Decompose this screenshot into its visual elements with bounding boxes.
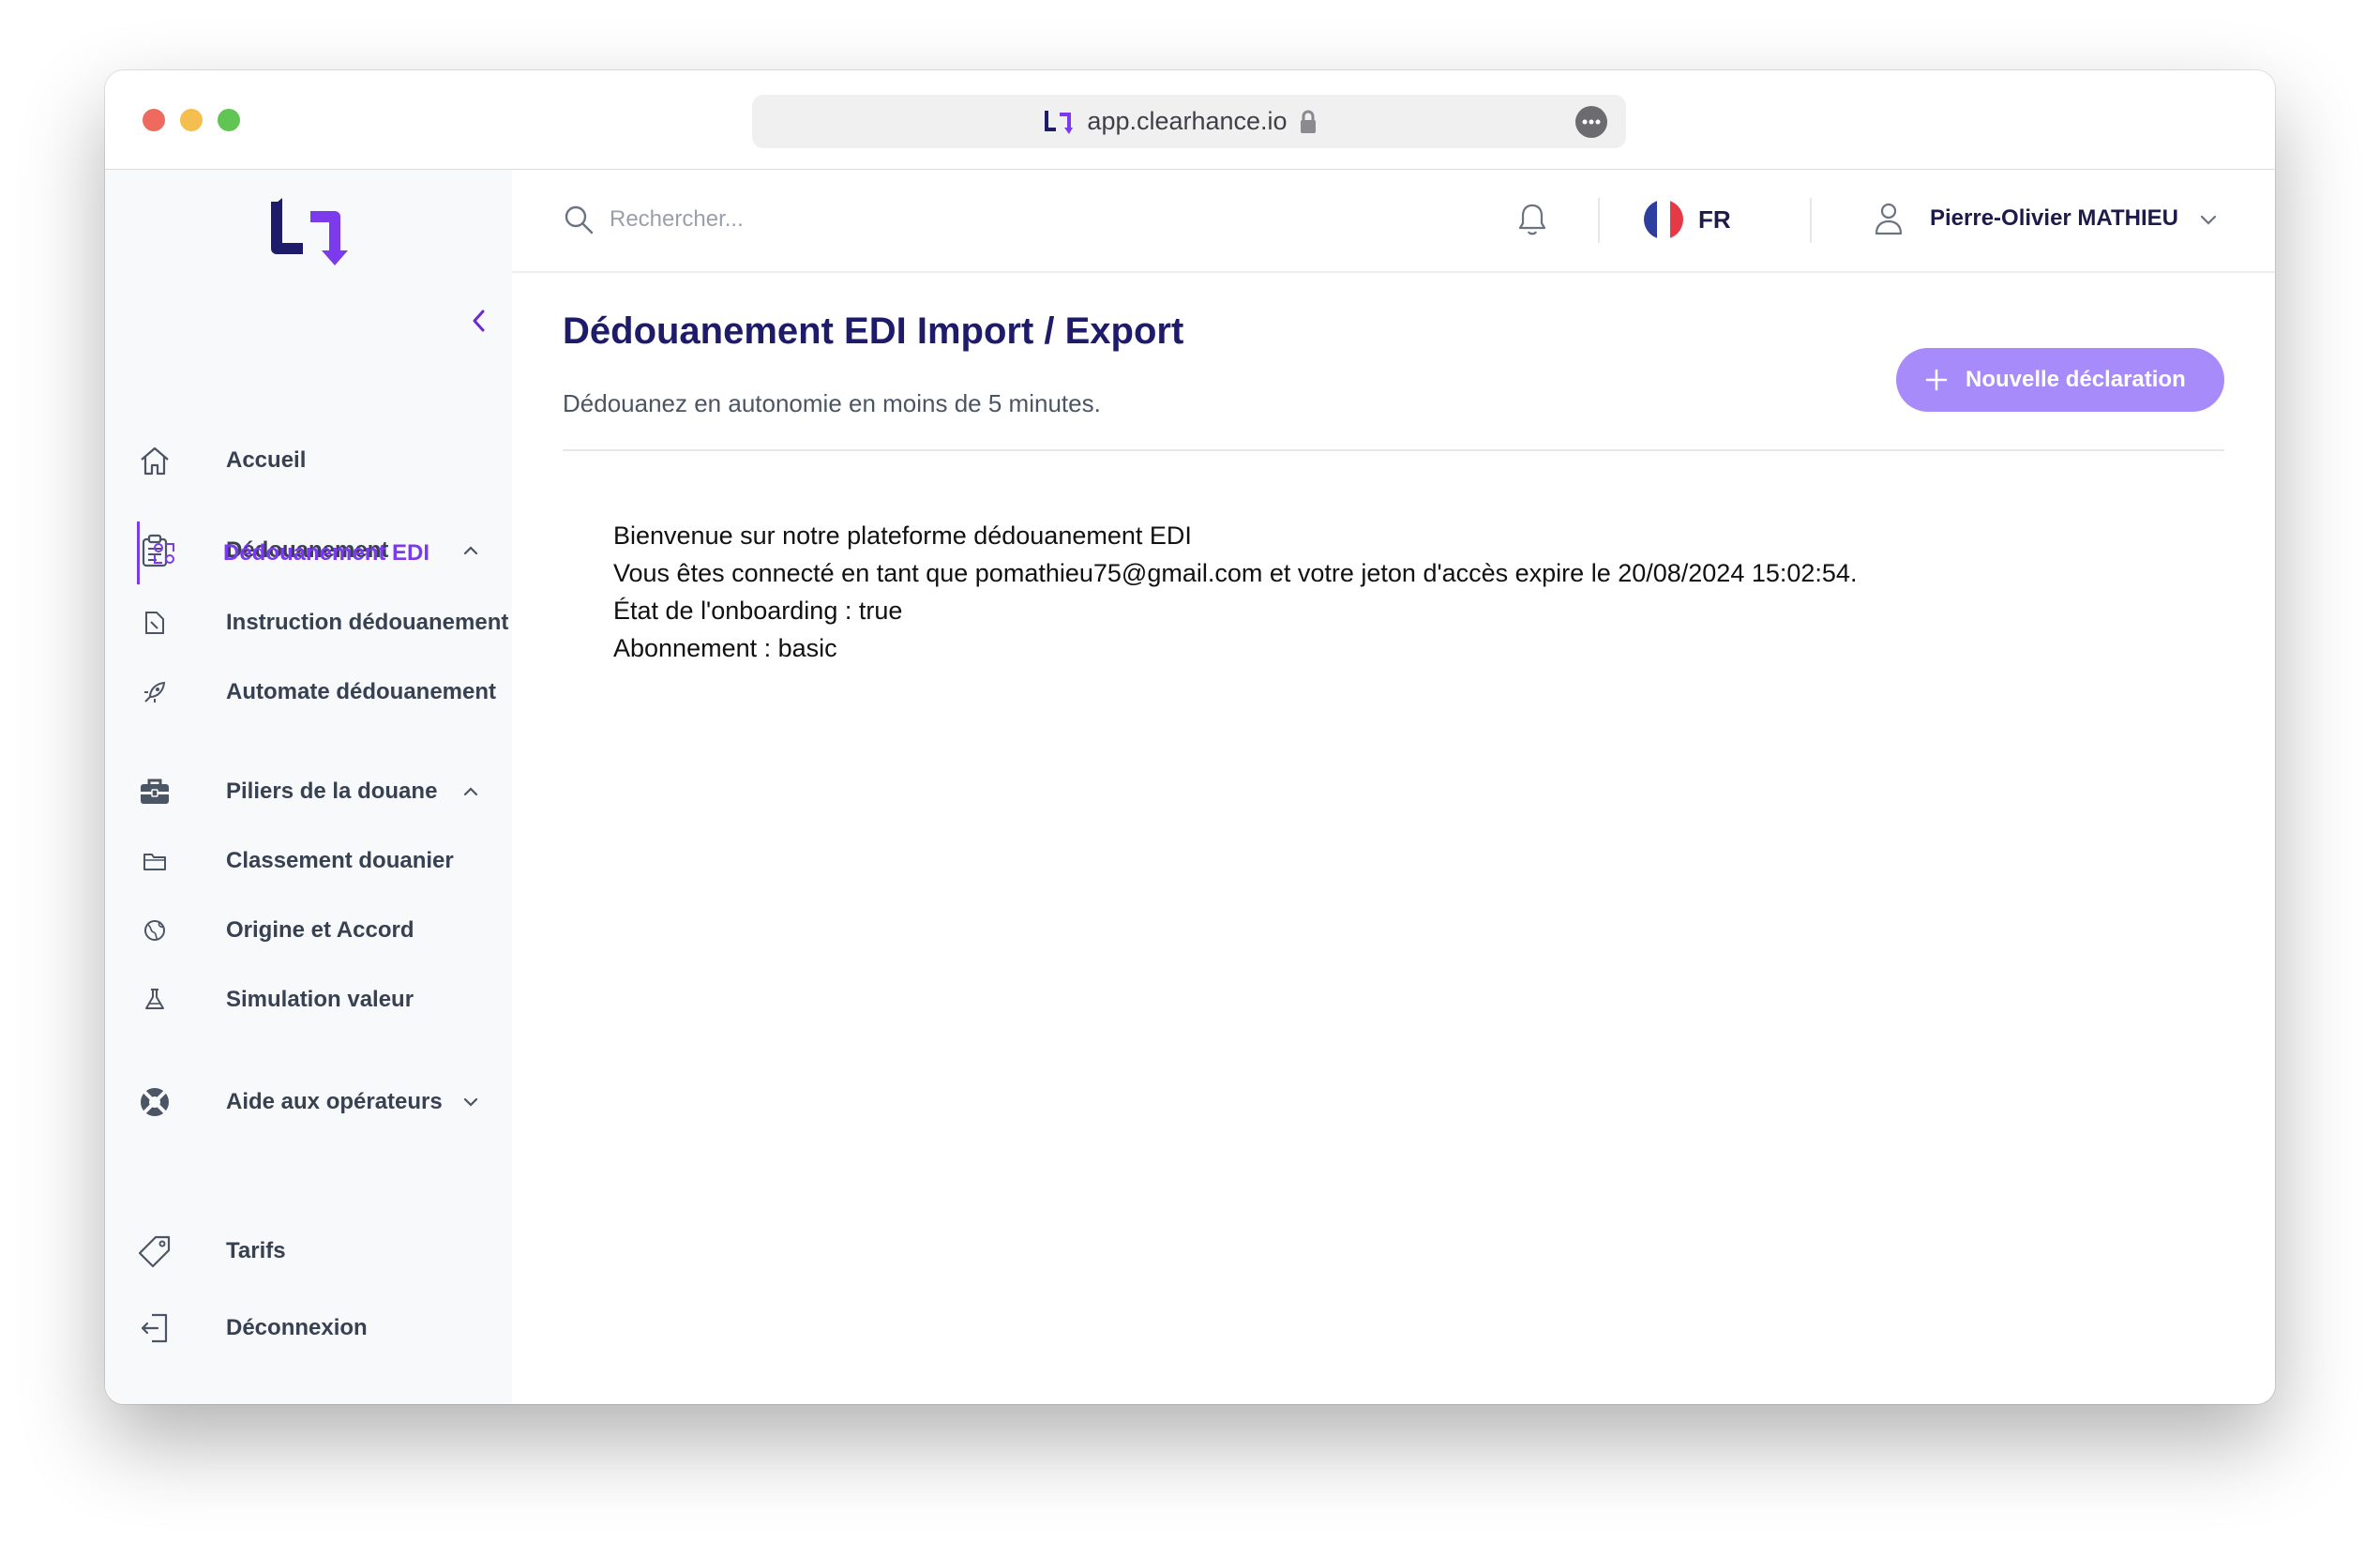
minimize-window-button[interactable] (180, 109, 203, 131)
sidebar-item-instruction-dedouanement[interactable]: Instruction dédouanement (137, 598, 508, 647)
brand-logo[interactable] (269, 198, 355, 267)
new-declaration-button[interactable]: Nouvelle déclaration (1896, 348, 2224, 412)
close-window-button[interactable] (143, 109, 165, 131)
folder-icon (143, 854, 166, 870)
logout-icon (141, 1313, 168, 1343)
welcome-info: Bienvenue sur notre plateforme dédouanem… (613, 517, 1857, 667)
sidebar-item-label: Dédouanement EDI (223, 540, 430, 566)
browser-window: app.clearhance.io Accueil Dédouanement D… (105, 70, 2275, 1404)
sidebar-item-label: Déconnexion (226, 1315, 368, 1340)
sidebar-item-automate-dedouanement[interactable]: Automate dédouanement (137, 668, 497, 717)
flask-icon (145, 989, 164, 1009)
app-header: FR Pierre-Olivier MATHIEU (512, 170, 2275, 273)
chevron-down-icon[interactable] (461, 1093, 480, 1111)
sidebar-item-label: Piliers de la douane (226, 779, 438, 804)
sidebar-item-dedouanement-edi[interactable]: Dédouanement EDI (137, 529, 493, 578)
sidebar-item-label: Automate dédouanement (226, 679, 497, 704)
plus-icon (1925, 369, 1948, 391)
lifebuoy-icon (141, 1088, 169, 1116)
url-text: app.clearhance.io (1087, 107, 1288, 135)
sidebar-item-label: Instruction dédouanement (226, 610, 509, 635)
main-content: Dédouanement EDI Import / Export Dédouan… (512, 273, 2275, 1404)
sidebar-item-label: Tarifs (226, 1238, 286, 1263)
sidebar-item-simulation-valeur[interactable]: Simulation valeur (137, 975, 493, 1024)
site-favicon-icon (1045, 111, 1073, 134)
user-icon[interactable] (1872, 200, 1906, 237)
section-divider (563, 449, 2224, 451)
user-name[interactable]: Pierre-Olivier MATHIEU (1930, 205, 2178, 232)
chevron-down-icon[interactable] (2198, 211, 2219, 230)
briefcase-icon (141, 779, 169, 804)
sidebar-item-origine-et-accord[interactable]: Origine et Accord (137, 906, 493, 955)
page-subtitle: Dédouanez en autonomie en moins de 5 min… (563, 389, 1101, 417)
address-bar[interactable]: app.clearhance.io (752, 95, 1626, 148)
more-options-icon[interactable] (1575, 106, 1607, 138)
new-declaration-label: Nouvelle déclaration (1966, 367, 2186, 392)
welcome-line: Bienvenue sur notre plateforme dédouanem… (613, 522, 1192, 550)
browser-titlebar: app.clearhance.io (105, 70, 2275, 170)
rocket-icon (144, 681, 166, 703)
session-info-line: Vous êtes connecté en tant que pomathieu… (613, 559, 1858, 587)
sidebar-item-label: Origine et Accord (226, 917, 414, 943)
sidebar-item-label: Simulation valeur (226, 987, 414, 1012)
sidebar-item-label: Aide aux opérateurs (226, 1089, 443, 1114)
globe-icon (144, 920, 165, 941)
header-divider (1810, 198, 1812, 243)
sidebar-item-deconnexion[interactable]: Déconnexion (137, 1304, 493, 1353)
header-divider (1598, 198, 1600, 243)
sidebar-item-label: Accueil (226, 447, 307, 473)
sidebar: Accueil Dédouanement Dédouanement EDI In… (105, 170, 512, 1404)
document-icon (145, 612, 164, 634)
sidebar-item-piliers-de-la-douane[interactable]: Piliers de la douane (137, 767, 493, 816)
chevron-up-icon[interactable] (461, 782, 480, 801)
sidebar-item-aide-aux-operateurs[interactable]: Aide aux opérateurs (137, 1078, 493, 1126)
notification-bell-icon[interactable] (1515, 201, 1549, 238)
onboarding-status-line: État de l'onboarding : true (613, 597, 903, 625)
lock-icon (1300, 110, 1316, 133)
collapse-sidebar-chevron-icon[interactable] (469, 307, 490, 335)
maximize-window-button[interactable] (218, 109, 240, 131)
sidebar-item-tarifs[interactable]: Tarifs (137, 1227, 493, 1276)
home-icon (141, 446, 169, 476)
search-icon (565, 205, 594, 234)
sidebar-item-label: Classement douanier (226, 848, 454, 873)
edi-icon (154, 543, 174, 564)
search-input[interactable] (610, 198, 1172, 241)
language-selector[interactable]: FR (1698, 205, 1731, 234)
sidebar-item-classement-douanier[interactable]: Classement douanier (137, 837, 493, 885)
tag-icon (138, 1235, 171, 1268)
france-flag-icon[interactable] (1644, 200, 1683, 239)
page-title: Dédouanement EDI Import / Export (563, 310, 1184, 352)
subscription-line: Abonnement : basic (613, 634, 837, 662)
sidebar-item-accueil[interactable]: Accueil (137, 436, 493, 485)
